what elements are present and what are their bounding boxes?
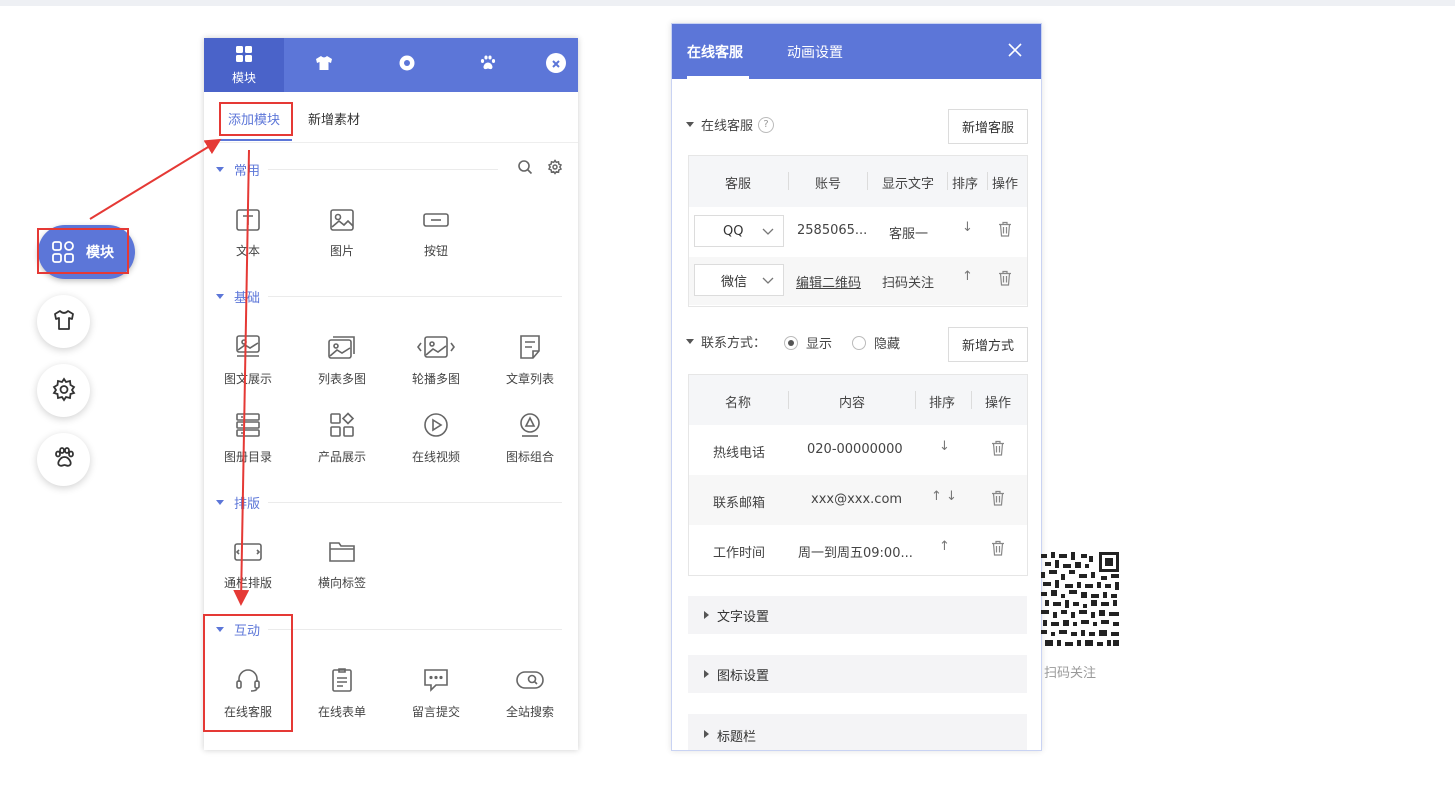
add-service-button[interactable]: 新增客服 [948,109,1028,144]
service-type-select[interactable]: 微信 [694,264,784,296]
arrow-to-add-module [89,138,222,220]
qrcode-caption: 扫码关注 [1044,666,1097,681]
column-header: 显示文字 [882,177,935,192]
qrcode-graphic [1041,552,1119,646]
tab-animation[interactable]: 动画设置 [787,42,843,62]
show-radio[interactable]: 显示 [784,333,832,352]
service-account[interactable]: 2585065... [797,223,867,238]
select-value: QQ [723,223,744,239]
collapse-label: 标题栏 [717,730,757,745]
online-service-section[interactable]: 在线客服 ? [686,115,775,134]
service-display-text[interactable]: 扫码关注 [882,272,934,291]
column-header: 排序 [929,396,956,411]
service-settings-panel: 在线客服 动画设置 在线客服 ? 新增客服 客服 账号 显示文字 排序 操作 Q… [671,23,1042,751]
tab-online-service[interactable]: 在线客服 [687,42,743,62]
contact-content[interactable]: 周一到周五09:00... [798,542,913,561]
collapse-label: 文字设置 [717,609,770,625]
title-bar-section[interactable]: 标题栏 [688,714,1027,750]
table-header: 名称 内容 排序 操作 [689,375,1027,425]
column-header: 操作 [985,396,1012,411]
chevron-down-icon [762,225,774,240]
close-icon[interactable] [1008,43,1022,61]
radio-label: 显示 [806,337,833,352]
contact-content[interactable]: 020-00000000 [807,442,903,457]
tab-underline [687,76,749,79]
contact-section[interactable]: 联系方式： [686,332,766,351]
arrow-to-interactive [233,149,250,606]
column-header: 操作 [992,177,1019,192]
service-type-select[interactable]: QQ [694,215,784,247]
help-icon[interactable]: ? [758,116,775,133]
radio-label: 隐藏 [874,337,901,352]
radio-unchecked [852,335,866,350]
sort-control[interactable]: ↓ [939,439,950,454]
radio-checked [784,335,798,350]
text-settings-section[interactable]: 文字设置 [688,596,1027,634]
table-row: 联系邮箱 xxx@xxx.com ↑ ↓ [689,475,1027,525]
column-header: 客服 [725,177,752,192]
service-panel-header: 在线客服 动画设置 [672,24,1041,79]
trash-icon[interactable] [990,540,1006,560]
service-table: 客服 账号 显示文字 排序 操作 QQ 2585065... 客服一 ↓ 微信 [688,155,1028,307]
contact-name[interactable]: 热线电话 [713,442,765,461]
section-label: 联系方式： [701,336,767,351]
contact-name[interactable]: 工作时间 [713,542,765,561]
icon-settings-section[interactable]: 图标设置 [688,655,1027,693]
sort-down-icon[interactable]: ↓ [962,220,973,235]
column-header: 内容 [839,396,866,411]
sort-control[interactable]: ↑ ↓ [931,489,957,504]
sort-control[interactable]: ↑ [939,539,950,554]
select-value: 微信 [721,274,748,290]
table-header: 客服 账号 显示文字 排序 操作 [689,156,1027,207]
column-header: 名称 [725,396,752,411]
add-contact-button[interactable]: 新增方式 [948,327,1028,362]
column-header: 账号 [815,177,842,192]
sort-up-icon[interactable]: ↑ [962,269,973,284]
trash-icon[interactable] [990,490,1006,510]
edit-qrcode-link[interactable]: 编辑二维码 [796,272,861,291]
table-row: 微信 编辑二维码 扫码关注 ↑ [689,257,1027,305]
hide-radio[interactable]: 隐藏 [852,333,900,352]
qrcode-image [1041,552,1119,652]
trash-icon[interactable] [990,440,1006,460]
trash-icon[interactable] [997,221,1013,241]
contact-table: 名称 内容 排序 操作 热线电话 020-00000000 ↓ 联系邮箱 xxx… [688,374,1028,576]
section-label: 在线客服 [701,119,754,134]
column-header: 排序 [952,177,979,192]
contact-content[interactable]: xxx@xxx.com [811,492,902,507]
trash-icon[interactable] [997,270,1013,290]
chevron-down-icon [762,274,774,289]
contact-name[interactable]: 联系邮箱 [713,492,765,511]
service-display-text[interactable]: 客服一 [889,223,928,242]
collapse-label: 图标设置 [717,668,770,684]
